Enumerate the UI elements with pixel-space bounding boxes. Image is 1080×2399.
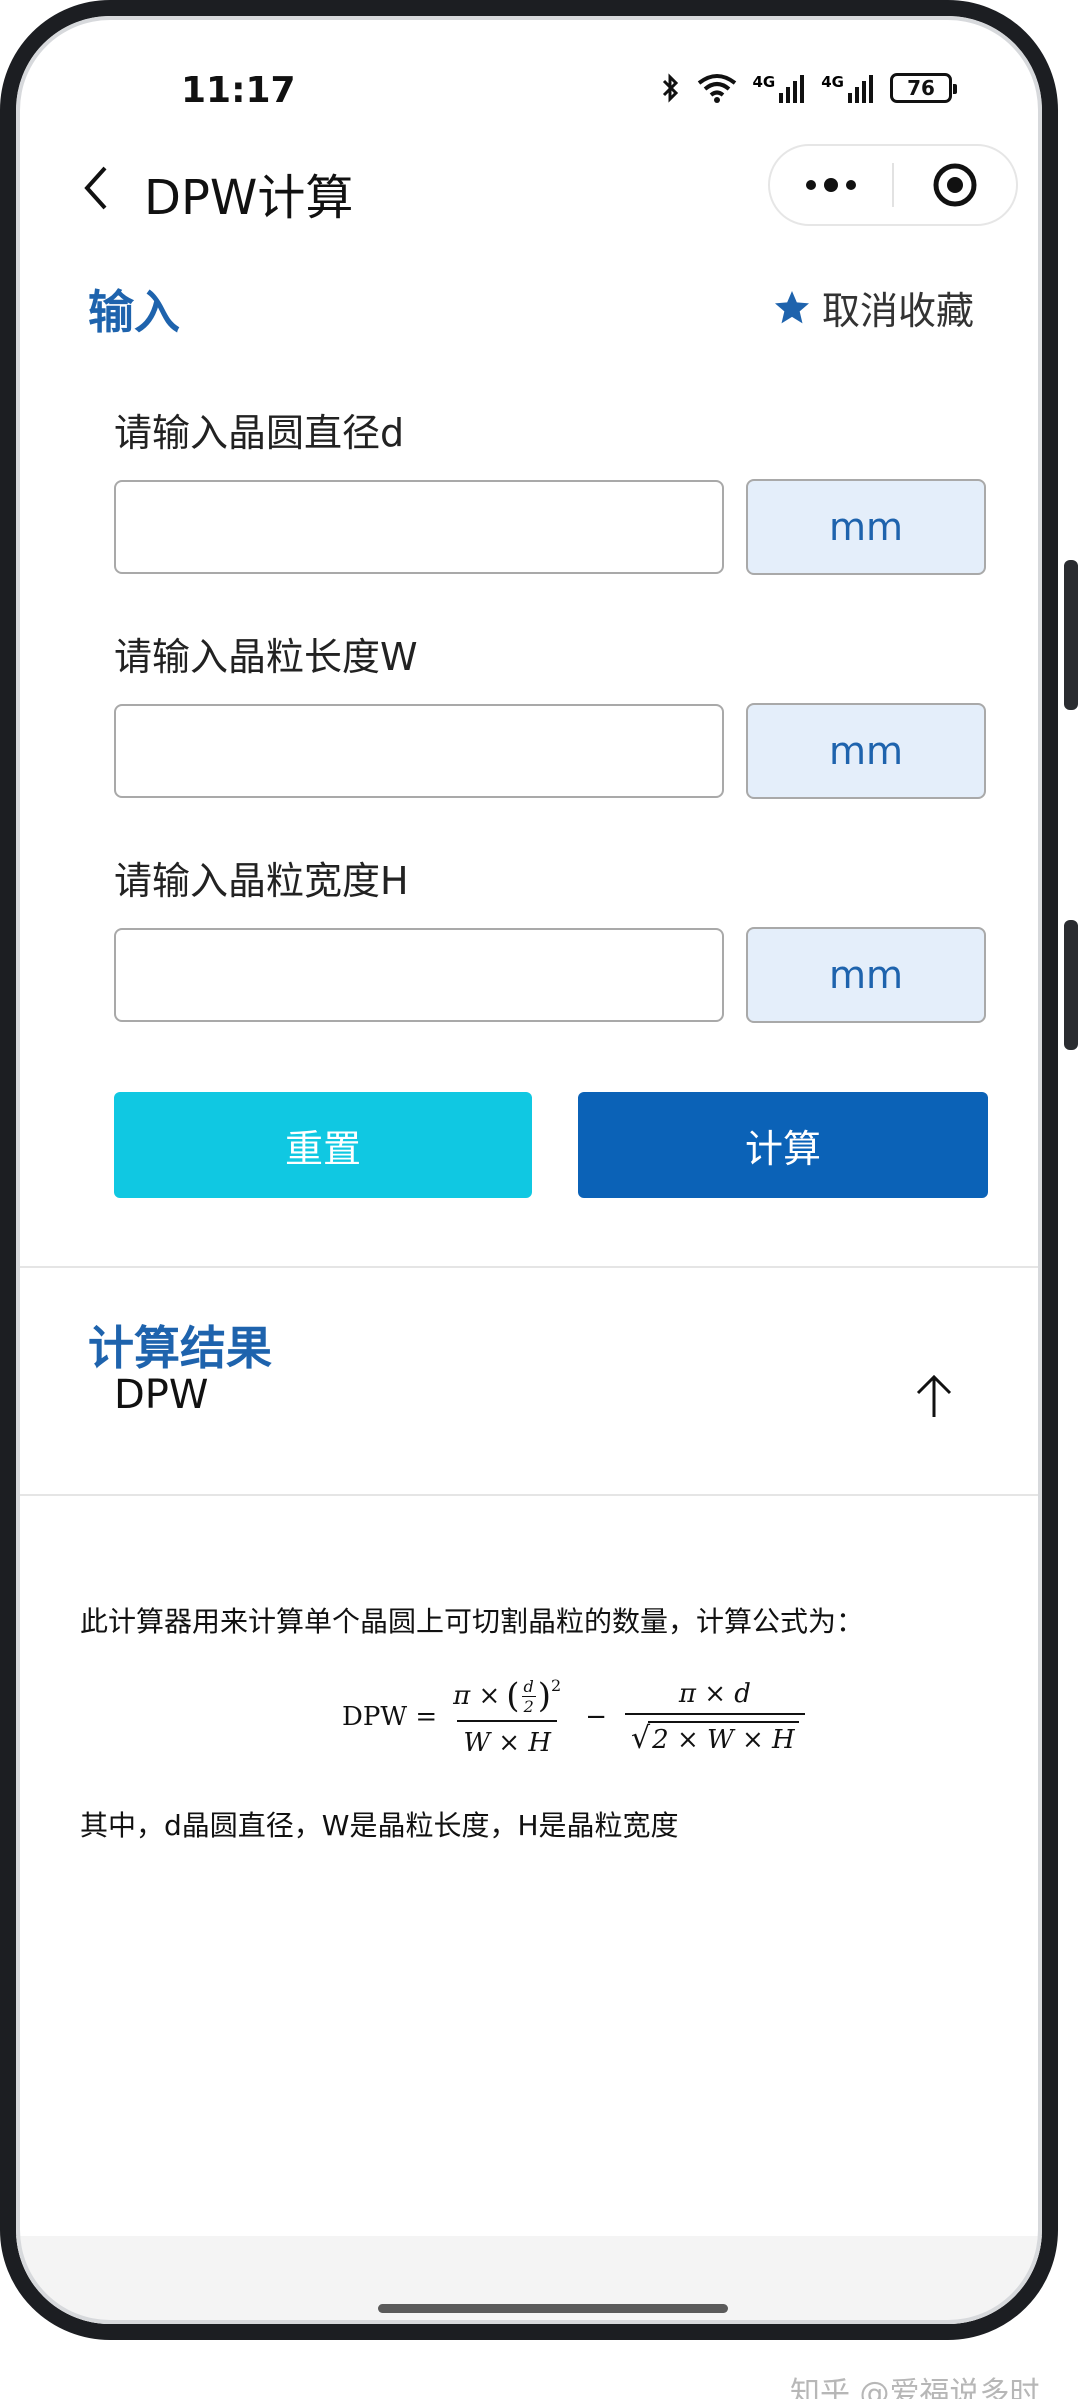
diameter-unit: mm — [746, 479, 986, 575]
signal-icon-2: 4G — [821, 73, 874, 103]
unfavorite-label: 取消收藏 — [821, 289, 974, 333]
formula-term-2: π × d √ 2 × W × H — [625, 1679, 805, 1756]
result-dpw-label: DPW — [114, 1372, 209, 1418]
nav-bar: DPW计算 — [16, 144, 1042, 234]
formula-term1-exponent: 2 — [551, 1676, 562, 1695]
diameter-label: 请输入晶圆直径d — [114, 411, 405, 455]
status-icons: 4G 4G 76 — [661, 72, 957, 104]
formula-term2-numerator: π × d — [678, 1678, 751, 1709]
power-button — [1064, 920, 1078, 1050]
status-time: 11:17 — [181, 70, 296, 111]
section-divider-1 — [16, 1266, 1042, 1268]
target-circle-icon — [933, 163, 977, 207]
die-width-unit: mm — [746, 927, 986, 1023]
unfavorite-button[interactable]: 取消收藏 — [772, 280, 974, 335]
diameter-input[interactable] — [114, 480, 724, 574]
formula-term2-denominator: 2 × W × H — [648, 1721, 799, 1755]
mini-program-capsule — [768, 144, 1018, 226]
close-miniprogram-button[interactable] — [894, 146, 1016, 224]
status-bar: 11:17 4G 4G 76 — [16, 16, 1042, 146]
collapse-toggle[interactable] — [904, 1366, 964, 1426]
formula-lhs: DPW = — [342, 1702, 438, 1732]
page-title: DPW计算 — [144, 170, 354, 226]
star-icon — [774, 290, 809, 323]
reset-button[interactable]: 重置 — [114, 1092, 532, 1198]
network-type-1: 4G — [752, 73, 776, 91]
die-length-unit: mm — [746, 703, 986, 799]
die-width-label: 请输入晶粒宽度H — [114, 859, 409, 903]
die-width-input[interactable] — [114, 928, 724, 1022]
back-button[interactable] — [66, 156, 126, 220]
section-divider-2 — [16, 1494, 1042, 1496]
arrow-up-icon — [916, 1374, 952, 1417]
more-dots-icon — [806, 178, 856, 192]
formula-minus: − — [585, 1702, 608, 1732]
input-section-title: 输入 — [88, 285, 180, 339]
formula-term1-two: 2 — [523, 1696, 534, 1716]
wifi-icon — [697, 73, 737, 103]
network-type-2: 4G — [821, 73, 844, 91]
die-length-label: 请输入晶粒长度W — [114, 635, 418, 679]
dpw-formula: DPW = π × ( d 2 ) 2 W × H − π × d √ 2 × … — [342, 1676, 815, 1758]
die-length-input[interactable] — [114, 704, 724, 798]
calculate-button[interactable]: 计算 — [578, 1092, 988, 1198]
chevron-left-icon — [84, 166, 107, 210]
home-indicator[interactable] — [378, 2304, 728, 2313]
result-section-title: 计算结果 — [88, 1321, 272, 1375]
bluetooth-icon — [661, 72, 681, 104]
formula-term-1: π × ( d 2 ) 2 W × H — [453, 1676, 562, 1758]
watermark: 知乎 @爱福说多时 — [790, 2376, 1040, 2399]
signal-icon-1: 4G — [753, 73, 806, 103]
formula-term1-d: d — [521, 1676, 536, 1697]
battery-icon: 76 — [890, 73, 957, 103]
formula-term1-pi: π × — [453, 1681, 501, 1711]
description-note: 其中，d晶圆直径，W是晶粒长度，H是晶粒宽度 — [80, 1809, 679, 1842]
more-button[interactable] — [770, 146, 892, 224]
phone-frame: 11:17 4G 4G 76 DPW计算 输入 取消收藏 请输入晶圆直径d mm… — [0, 0, 1058, 2340]
volume-button — [1064, 560, 1078, 710]
description-intro: 此计算器用来计算单个晶圆上可切割晶粒的数量，计算公式为： — [80, 1605, 865, 1638]
formula-term1-denominator: W × H — [457, 1720, 558, 1758]
bottom-area — [16, 2236, 1042, 2324]
